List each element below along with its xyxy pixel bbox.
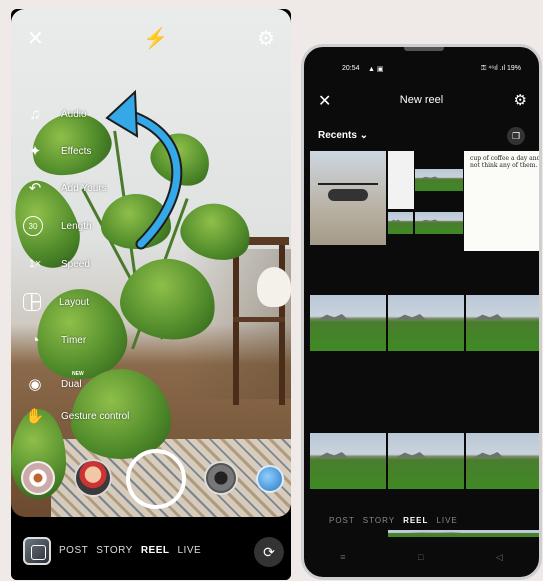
thumbnail-landscape[interactable] <box>466 295 539 351</box>
menu-item-add-yours[interactable]: ↶ Add Yours <box>23 175 107 201</box>
tab-post[interactable]: POST <box>59 545 88 556</box>
menu-item-dual[interactable]: ◉ Dual <box>23 371 82 397</box>
recents-nav-icon[interactable]: ≡ <box>340 552 345 563</box>
multi-select-icon: ❐ <box>511 130 521 141</box>
thumbnail-landscape[interactable] <box>466 433 539 489</box>
camera-screen: ✕ ⚡ ⚙ ♫ Audio ✦ Effects ↶ Add Yours 30 L… <box>11 9 291 580</box>
thumbnail-landscape[interactable] <box>415 169 463 191</box>
tab-post[interactable]: POST <box>329 516 355 525</box>
thumbnail-landscape[interactable] <box>388 433 464 489</box>
status-time: 20:54 <box>342 65 360 72</box>
flash-off-icon[interactable]: ⚡ <box>143 29 168 49</box>
menu-label: Add Yours <box>61 182 107 194</box>
status-signal-battery: ⚿ ⁴⁶ıl .ıl 19% <box>480 65 521 72</box>
menu-label: Timer <box>61 334 87 346</box>
menu-label: Audio <box>61 108 87 120</box>
menu-item-speed[interactable]: 1× Speed <box>23 251 90 277</box>
close-icon[interactable]: ✕ <box>27 29 44 49</box>
camera-bottom-bar: POST STORY REEL LIVE ⟳ <box>11 517 291 580</box>
menu-label: Length <box>61 220 92 232</box>
dual-camera-icon: ◉ <box>28 376 42 393</box>
gallery-button[interactable] <box>23 537 51 565</box>
side-table <box>229 237 289 405</box>
back-nav-icon[interactable]: ◁ <box>496 552 503 563</box>
effect-avatar[interactable] <box>74 459 112 497</box>
hand-icon: ✋ <box>25 408 45 425</box>
recents-dropdown[interactable]: Recents ⌄ <box>318 130 368 141</box>
music-note-icon: ♫ <box>29 105 41 123</box>
mode-tabs: POST STORY REEL LIVE <box>329 516 458 525</box>
menu-label: Speed <box>61 258 90 270</box>
speed-icon: 1× <box>28 258 42 270</box>
tab-story[interactable]: STORY <box>363 516 395 525</box>
header: ✕ New reel ⚙ <box>304 91 539 111</box>
flip-camera-icon: ⟳ <box>263 543 275 560</box>
post-text: cup of coffee a day and not think any of… <box>470 155 541 169</box>
new-reel-screen: 20:54 ▲ ▣ ⚿ ⁴⁶ıl .ıl 19% ✕ New reel ⚙ Re… <box>301 44 542 580</box>
camera-viewfinder: ✕ ⚡ ⚙ ♫ Audio ✦ Effects ↶ Add Yours 30 L… <box>11 9 291 517</box>
settings-icon[interactable]: ⚙ <box>514 91 527 109</box>
menu-label: Layout <box>59 296 90 308</box>
settings-icon[interactable]: ⚙ <box>257 29 275 49</box>
thumbnail-landscape[interactable] <box>310 295 386 351</box>
timer-icon: ◔ <box>30 331 40 349</box>
capture-button[interactable] <box>126 449 186 509</box>
curved-arrow-annotation <box>105 89 183 250</box>
menu-label: Effects <box>61 145 92 157</box>
tab-reel[interactable]: REEL <box>141 545 170 556</box>
reply-arrow-icon: ↶ <box>28 180 42 197</box>
effect-camera[interactable] <box>204 461 238 495</box>
lamp <box>257 267 291 307</box>
menu-item-gesture-control[interactable]: ✋ Gesture control <box>23 403 130 429</box>
tab-reel[interactable]: REEL <box>403 516 428 525</box>
tab-live[interactable]: LIVE <box>436 516 457 525</box>
status-notification-icons: ▲ ▣ <box>368 66 384 73</box>
thumbnail-helicopter[interactable] <box>310 151 386 245</box>
helicopter-rotor <box>318 183 378 185</box>
status-bar: 20:54 ▲ ▣ ⚿ ⁴⁶ıl .ıl 19% <box>304 65 539 77</box>
thumbnail-landscape[interactable] <box>388 295 464 351</box>
menu-item-timer[interactable]: ◔ Timer <box>23 327 86 353</box>
gallery-icon <box>31 545 46 560</box>
menu-label: Gesture control <box>61 410 130 422</box>
effect-eye[interactable] <box>21 461 55 495</box>
mode-tabs: POST STORY REEL LIVE <box>59 545 201 556</box>
android-nav-bar: ≡ □ ◁ <box>304 552 539 563</box>
home-nav-icon[interactable]: □ <box>418 552 423 563</box>
thumbnail-strip <box>388 530 539 537</box>
multi-select-button[interactable]: ❐ <box>507 127 525 145</box>
length-30-icon: 30 <box>23 216 43 236</box>
effect-globe[interactable] <box>256 465 284 493</box>
thumbnail-document[interactable] <box>388 151 414 209</box>
menu-item-effects[interactable]: ✦ Effects <box>23 138 92 164</box>
notch <box>404 47 444 51</box>
sparkle-icon: ✦ <box>28 143 42 160</box>
page-title: New reel <box>399 94 444 106</box>
thumbnail-landscape[interactable] <box>310 433 386 489</box>
layout-grid-icon <box>23 293 41 311</box>
tab-story[interactable]: STORY <box>96 545 133 556</box>
menu-label: Dual <box>61 378 82 390</box>
menu-item-layout[interactable]: Layout <box>23 289 89 315</box>
tab-live[interactable]: LIVE <box>178 545 202 556</box>
flip-camera-button[interactable]: ⟳ <box>254 537 284 567</box>
menu-item-length[interactable]: 30 Length <box>23 213 92 239</box>
menu-item-audio[interactable]: ♫ Audio <box>23 101 87 127</box>
thumbnail-post[interactable]: cup of coffee a day and not think any of… <box>464 151 541 251</box>
thumbnail-landscape[interactable] <box>415 212 463 234</box>
thumbnail-landscape[interactable] <box>388 212 413 234</box>
helicopter-body <box>328 189 368 201</box>
